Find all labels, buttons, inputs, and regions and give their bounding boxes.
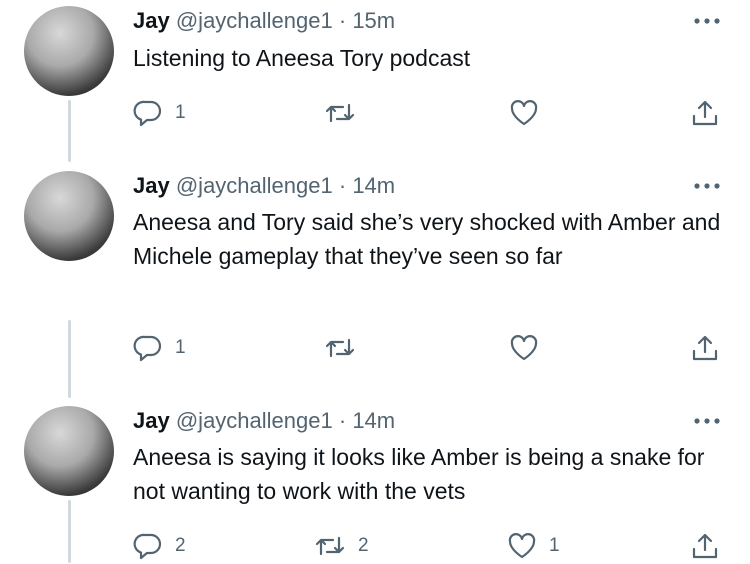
timestamp[interactable]: 14m: [352, 173, 395, 198]
separator-dot: ·: [338, 8, 347, 33]
retweet-count: 2: [358, 535, 369, 556]
reply-count: 1: [175, 337, 186, 358]
author-name[interactable]: Jay: [133, 408, 170, 433]
like-button[interactable]: [509, 330, 551, 366]
heart-icon: [509, 333, 539, 363]
retweet-icon: [324, 333, 356, 363]
tweet-header: Jay @jaychallenge1 · 14m: [133, 408, 395, 434]
share-icon: [690, 98, 720, 128]
reply-count: 1: [175, 102, 186, 123]
reply-icon: [133, 333, 163, 363]
more-icon[interactable]: [690, 14, 724, 28]
tweet-actions: 1: [0, 95, 750, 131]
author-name[interactable]: Jay: [133, 173, 170, 198]
tweet-header: Jay @jaychallenge1 · 14m: [133, 173, 395, 199]
share-button[interactable]: [690, 330, 720, 366]
reply-button[interactable]: 1: [133, 330, 186, 366]
separator-dot: ·: [338, 173, 347, 198]
share-icon: [690, 333, 720, 363]
avatar[interactable]: [24, 406, 114, 496]
like-button[interactable]: [509, 95, 551, 131]
reply-button[interactable]: 1: [133, 95, 186, 131]
author-name[interactable]: Jay: [133, 8, 170, 33]
timestamp[interactable]: 14m: [352, 408, 395, 433]
retweet-icon: [324, 98, 356, 128]
reply-count: 2: [175, 535, 186, 556]
share-icon: [690, 531, 720, 561]
tweet-actions: 1: [0, 330, 750, 366]
tweet-text: Aneesa is saying it looks like Amber is …: [133, 444, 705, 504]
retweet-button[interactable]: [324, 95, 368, 131]
author-handle[interactable]: @jaychallenge1: [176, 8, 333, 33]
author-handle[interactable]: @jaychallenge1: [176, 173, 333, 198]
more-icon[interactable]: [690, 414, 724, 428]
retweet-button[interactable]: 2: [314, 528, 369, 564]
heart-icon: [507, 531, 537, 561]
tweet-text: Listening to Aneesa Tory podcast: [133, 45, 471, 71]
retweet-icon: [314, 531, 346, 561]
like-count: 1: [549, 535, 560, 556]
timestamp[interactable]: 15m: [352, 8, 395, 33]
author-handle[interactable]: @jaychallenge1: [176, 408, 333, 433]
share-button[interactable]: [690, 95, 720, 131]
tweet-text: Aneesa and Tory said she’s very shocked …: [133, 209, 721, 269]
avatar[interactable]: [24, 6, 114, 96]
heart-icon: [509, 98, 539, 128]
reply-button[interactable]: 2: [133, 528, 186, 564]
like-button[interactable]: 1: [507, 528, 560, 564]
tweet-actions: 2 2 1: [0, 528, 750, 564]
more-icon[interactable]: [690, 179, 724, 193]
separator-dot: ·: [338, 408, 347, 433]
reply-icon: [133, 531, 163, 561]
tweet-header: Jay @jaychallenge1 · 15m: [133, 8, 395, 34]
reply-icon: [133, 98, 163, 128]
retweet-button[interactable]: [324, 330, 368, 366]
avatar[interactable]: [24, 171, 114, 261]
share-button[interactable]: [690, 528, 720, 564]
